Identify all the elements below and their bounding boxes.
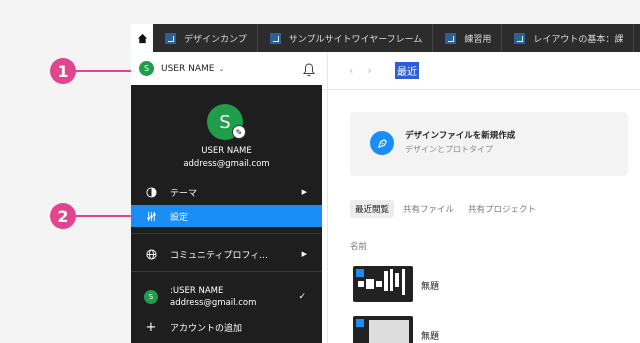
file-icon xyxy=(269,32,281,44)
bell-icon[interactable] xyxy=(301,62,317,78)
file-tab[interactable]: サンプルサイトワイヤーフレーム xyxy=(258,24,434,52)
menu-item-label: テーマ xyxy=(170,188,198,199)
file-tab[interactable]: レイアウトの基本：課 xyxy=(502,24,635,52)
globe-icon xyxy=(145,248,157,260)
design-file-icon xyxy=(370,131,394,155)
profile-email: address@gmail.com xyxy=(183,159,270,169)
filter-tabs: 最近閲覧 共有ファイル 共有プロジェクト xyxy=(350,200,541,218)
file-icon xyxy=(514,32,526,44)
user-dropdown-menu: S ✎ USER NAME address@gmail.com テーマ ▶ 設定… xyxy=(131,85,322,343)
file-icon xyxy=(445,32,457,44)
menu-item-label: 設定 xyxy=(170,212,189,223)
file-icon xyxy=(356,319,364,327)
tab-recent[interactable]: 最近閲覧 xyxy=(350,200,395,218)
plus-icon: + xyxy=(145,319,157,335)
menu-item-add-account[interactable]: + アカウントの追加 xyxy=(131,316,322,338)
sidebar-divider xyxy=(327,52,328,343)
tab-shared-files[interactable]: 共有ファイル xyxy=(398,200,459,218)
pencil-icon[interactable]: ✎ xyxy=(232,125,246,139)
file-name: 無題 xyxy=(421,282,440,292)
callout-number: 1 xyxy=(50,58,76,84)
tab-label: サンプルサイトワイヤーフレーム xyxy=(288,34,423,45)
menu-item-theme[interactable]: テーマ ▶ xyxy=(131,181,322,203)
account-name: :USER NAME xyxy=(170,286,224,296)
check-icon: ✓ xyxy=(298,292,306,302)
breadcrumb: 最近 xyxy=(395,62,419,79)
home-tab[interactable] xyxy=(131,24,153,52)
sliders-icon xyxy=(145,210,157,222)
callout-line xyxy=(76,70,132,72)
callout-2: 2 xyxy=(50,203,132,229)
file-tab[interactable]: 練習用 xyxy=(433,24,503,52)
file-name: 無題 xyxy=(421,332,440,342)
list-item[interactable]: 無題 xyxy=(353,316,503,343)
back-arrow-icon[interactable]: ‹ xyxy=(349,64,353,77)
avatar: S xyxy=(144,290,158,304)
column-header-name: 名前 xyxy=(350,242,368,252)
chevron-right-icon: ▶ xyxy=(301,250,307,258)
callout-line xyxy=(76,215,132,217)
file-thumbnail xyxy=(353,316,413,343)
account-email: address@gmail.com xyxy=(170,298,257,308)
nav-arrows: ‹ › xyxy=(349,64,372,77)
menu-item-label: アカウントの追加 xyxy=(170,323,243,334)
tab-shared-projects[interactable]: 共有プロジェクト xyxy=(463,200,541,218)
profile-name: USER NAME xyxy=(201,146,252,156)
file-thumbnail xyxy=(353,266,413,302)
tab-label: デザインカンプ xyxy=(184,34,247,45)
tab-label: レイアウトの基本：課 xyxy=(533,34,624,45)
menu-item-settings[interactable]: 設定 xyxy=(131,205,322,227)
file-icon xyxy=(165,32,176,44)
callout-number: 2 xyxy=(50,203,76,229)
menu-item-community-profile[interactable]: コミュニティプロフィ... ▶ xyxy=(131,243,322,265)
callout-1: 1 xyxy=(50,58,132,84)
home-icon xyxy=(137,33,147,43)
new-file-title: デザインファイルを新規作成 xyxy=(405,131,516,141)
chevron-right-icon: ▶ xyxy=(301,188,307,196)
menu-item-label: コミュニティプロフィ... xyxy=(170,250,268,261)
list-item[interactable]: 無題 xyxy=(353,266,503,302)
menu-divider xyxy=(131,233,322,234)
user-menu-button[interactable]: S USER NAME ⌄ xyxy=(139,61,224,76)
avatar: S xyxy=(139,61,154,76)
new-design-file-card[interactable]: デザインファイルを新規作成 デザインとプロトタイプ xyxy=(350,112,628,176)
user-name: USER NAME xyxy=(161,63,215,74)
menu-item-account[interactable]: S :USER NAME address@gmail.com ✓ xyxy=(131,282,322,312)
app-window: デザインカンプ サンプルサイトワイヤーフレーム 練習用 レイアウトの基本：課 S… xyxy=(131,24,640,343)
forward-arrow-icon[interactable]: › xyxy=(367,64,371,77)
tab-label: 練習用 xyxy=(464,34,492,45)
file-tab[interactable]: デザインカンプ xyxy=(153,24,258,52)
tab-bar: デザインカンプ サンプルサイトワイヤーフレーム 練習用 レイアウトの基本：課 xyxy=(131,24,640,52)
account-info: :USER NAME address@gmail.com xyxy=(170,285,256,309)
file-icon xyxy=(356,269,364,277)
chevron-down-icon: ⌄ xyxy=(218,64,225,73)
new-file-subtitle: デザインとプロトタイプ xyxy=(405,145,493,154)
menu-divider xyxy=(131,271,322,272)
theme-icon xyxy=(145,186,157,198)
